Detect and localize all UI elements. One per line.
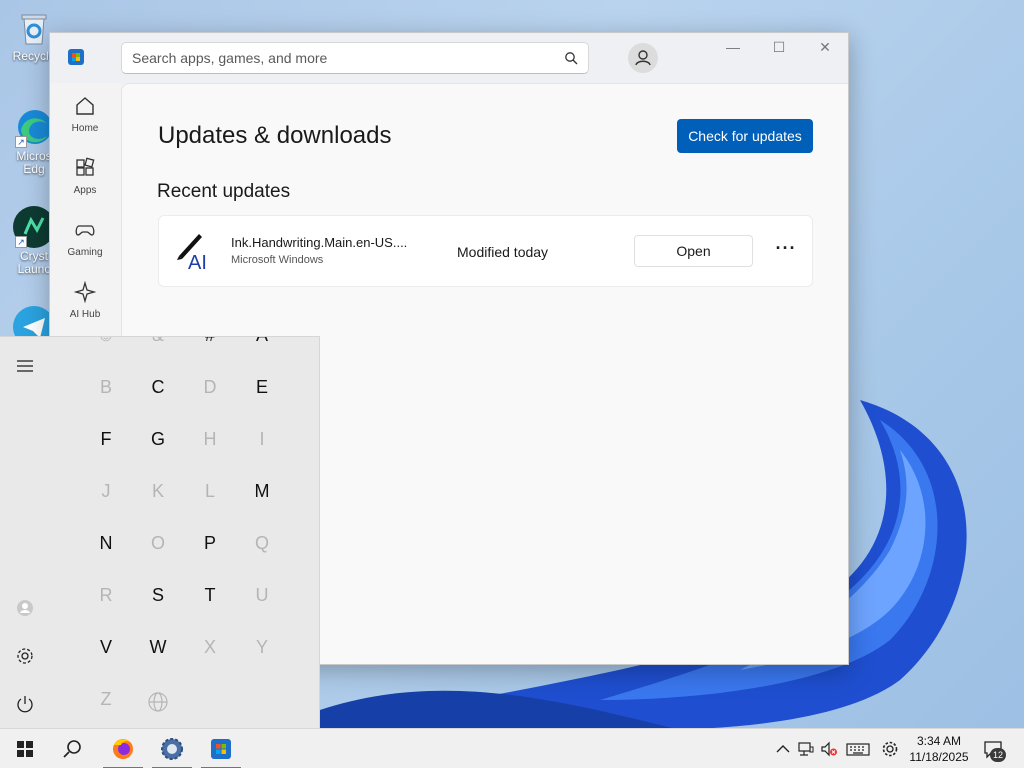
date: 11/18/2025 [909,750,969,764]
clock[interactable]: 3:34 AM 11/18/2025 [904,733,974,765]
search-icon [63,740,81,758]
alpha-letter-c[interactable]: C [138,377,178,398]
handwriting-app-icon: AI [171,228,217,274]
minimize-button[interactable]: — [710,39,756,61]
alpha-letter-i: I [259,429,265,449]
alpha-letter-o: O [150,533,165,553]
chevron-up-icon[interactable] [774,740,792,758]
power-icon[interactable] [14,693,36,715]
search-box[interactable] [121,42,589,74]
start-icon [17,741,33,757]
close-button[interactable]: ✕ [802,39,848,61]
shortcut-arrow-icon: ↗ [15,236,27,248]
alpha-letter-t[interactable]: T [190,585,230,606]
title-bar: — ☐ ✕ [50,33,848,83]
search-button[interactable] [49,729,95,768]
alpha-letter-p[interactable]: P [190,533,230,554]
search-input[interactable] [122,43,542,73]
app-name: Ink.Handwriting.Main.en-US.... [231,235,408,250]
volume-muted-icon[interactable] [820,740,838,758]
nav-item-gaming[interactable]: Gaming [50,219,120,258]
settings-taskbar-button[interactable] [149,729,195,768]
alpha-letter-u: U [255,585,269,605]
alpha-letter-hash[interactable]: # [190,337,230,346]
desktop-icon-label: Cryst Launc [17,249,51,276]
alpha-letter-n[interactable]: N [86,533,126,554]
notification-badge: 12 [990,748,1006,762]
person-icon [635,50,651,66]
settings-gear-icon[interactable] [14,645,36,667]
alpha-letter-z: Z [100,689,112,709]
notification-button[interactable]: 12 [982,738,1006,762]
maximize-button[interactable]: ☐ [756,39,802,61]
alpha-letter-d: D [203,377,217,397]
nav-item-apps[interactable]: Apps [50,157,120,196]
store-icon [211,739,231,759]
alpha-letter-j: J [101,481,111,501]
alpha-letter-v[interactable]: V [86,637,126,658]
section-title: Recent updates [157,181,291,202]
firefox-taskbar-button[interactable] [100,729,146,768]
alpha-letter-m[interactable]: M [242,481,282,502]
firefox-icon [113,739,133,759]
gaming-icon [75,225,95,236]
alpha-letter-b: B [99,377,112,397]
store-logo-icon [68,49,84,65]
alpha-letter-s[interactable]: S [138,585,178,606]
app-icon-text: AI [188,252,207,274]
alpha-letter-w[interactable]: W [138,637,178,658]
settings-icon [161,738,183,760]
alpha-letter-a[interactable]: A [242,337,282,346]
home-icon [76,97,94,115]
settings-tray-icon[interactable] [881,740,899,758]
search-icon[interactable] [564,51,578,65]
alpha-letter-x: X [203,637,216,657]
network-icon[interactable] [797,740,815,758]
app-publisher: Microsoft Windows [231,254,324,266]
store-taskbar-button[interactable] [198,729,244,768]
user-account-icon[interactable] [14,597,36,619]
alpha-letter-f[interactable]: F [86,429,126,450]
start-menu-alphabet: ☺ & # A B C D E FG H I J K L M N O P Q R ST U VW X Y Z [0,336,320,728]
page-title: Updates & downloads [158,122,392,149]
hamburger-menu-icon[interactable] [14,355,36,377]
nav-label: AI Hub [69,309,101,320]
desktop-icon-label: Micros Edg [16,149,52,176]
update-status: Modified today [457,244,549,260]
nav-item-home[interactable]: Home [50,95,120,134]
alpha-letter-e[interactable]: E [242,377,282,398]
globe-icon [148,692,168,712]
nav-item-ai-hub[interactable]: AI Hub [50,281,120,320]
alpha-letter-h: H [203,429,217,449]
alpha-letter-ampersand: & [138,337,178,346]
alpha-letter-l: L [204,481,215,501]
open-button[interactable]: Open [634,235,753,267]
check-for-updates-button[interactable]: Check for updates [677,119,813,153]
alpha-letter-q: Q [254,533,269,553]
alpha-smiley: ☺ [86,337,126,346]
more-options-icon[interactable]: ··· [771,238,801,264]
account-avatar[interactable] [628,43,658,73]
alpha-letter-y: Y [255,637,268,657]
keyboard-icon[interactable] [846,740,870,758]
nav-label: Apps [73,185,97,196]
alpha-letter-k: K [151,481,164,501]
update-item[interactable]: AI Ink.Handwriting.Main.en-US.... Micros… [158,215,813,287]
nav-label: Home [71,123,99,134]
start-button[interactable] [2,729,48,768]
taskbar: 3:34 AM 11/18/2025 12 [0,728,1024,768]
time: 3:34 AM [916,734,962,748]
apps-icon [76,157,95,176]
alpha-letter-r: R [99,585,113,605]
nav-label: Gaming [67,247,103,258]
ai-hub-icon [74,281,96,303]
shortcut-arrow-icon: ↗ [15,136,27,148]
alpha-letter-g[interactable]: G [138,429,178,450]
